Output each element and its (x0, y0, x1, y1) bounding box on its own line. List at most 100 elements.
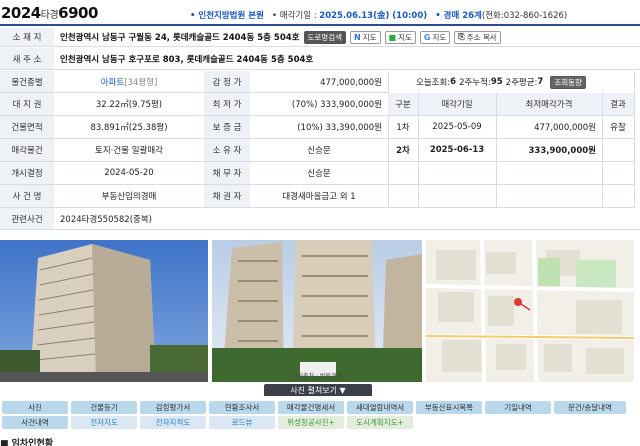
avg-count: 7 (537, 77, 544, 87)
sale-date-label: • 매각기일 : (272, 11, 317, 21)
history-empty-row (388, 162, 634, 185)
address-value: 인천광역시 남동구 구월동 24, 롯데캐슬골드 2404동 5층 504호 (60, 33, 300, 43)
address-row: 소 재 지 인천광역시 남동구 구월동 24, 롯데캐슬골드 2404동 5층 … (0, 28, 640, 47)
case-number: 2024타경6900 (1, 4, 98, 22)
nav-household[interactable]: 세대열람내역서 (347, 401, 413, 414)
history-price: 333,900,000원 (496, 139, 602, 162)
type-value-text: 아파트 (100, 77, 125, 88)
map-button-2[interactable]: ■ 지도 (384, 30, 416, 44)
type-value: 아파트 [34평형] (54, 71, 204, 93)
sale-date: 2025.06.13(金) (10:00) (319, 11, 428, 21)
history-header-date: 매각기일 (418, 93, 496, 116)
location-map[interactable] (426, 240, 634, 382)
nav-appraisal[interactable]: 감정평가서 (140, 401, 206, 414)
dept-link[interactable]: • 경매 26계 (435, 11, 482, 21)
copy-address-button[interactable]: ⎘ 주소 복사 (454, 30, 501, 44)
building-photo-2[interactable]: 사진출처 : 법원경매 (212, 240, 422, 382)
nav-satellite[interactable]: 위성항공사진+ (278, 416, 344, 429)
deposit-value: (10%) 33,390,000원 (250, 116, 388, 139)
case-header: 2024타경6900 • 인천지방법원 본원 • 매각기일 : 2025.06.… (0, 0, 640, 26)
history-round: 2차 (388, 139, 418, 162)
map-label-1: 지도 (362, 32, 377, 42)
nav-sale-spec[interactable]: 매각물건명세서 (278, 401, 344, 414)
open-date-value: 2024-05-20 (54, 162, 204, 185)
deposit-label: 보 증 금 (204, 116, 250, 139)
nav-urban-plan[interactable]: 도시계획지도+ (347, 416, 413, 429)
debtor-label: 채 무 자 (204, 162, 250, 185)
history-col-line (496, 93, 497, 208)
case-type: 타경 (40, 10, 59, 21)
creditor-label: 채 권 자 (204, 185, 250, 208)
nav-schedule[interactable]: 기일내역 (485, 401, 551, 414)
building-label: 건물면적 (0, 116, 54, 139)
history-round: 1차 (388, 116, 418, 139)
min-price-label: 최 저 가 (204, 93, 250, 116)
location-map-image (426, 240, 634, 382)
today-count: 6 (450, 77, 457, 87)
nav-photos[interactable]: 사진 (2, 401, 68, 414)
nav-roadview[interactable]: 로드뷰 (209, 416, 275, 429)
view-trend-button[interactable]: 조회동향 (550, 75, 586, 89)
building-photo-1-image (0, 240, 208, 382)
address-value-wrap: 인천광역시 남동구 구월동 24, 롯데캐슬골드 2404동 5층 504호 도… (54, 28, 501, 46)
history-date: 2025-05-09 (418, 116, 496, 139)
history-col-line (418, 93, 419, 208)
today-label: 오늘조회: (416, 78, 451, 88)
nav-registry[interactable]: 건물등기 (71, 401, 137, 414)
avg-label: 2주평균: (505, 78, 538, 88)
dept-phone: (전화:032-860-1626) (481, 11, 568, 21)
court-link[interactable]: • 인천지방법원 본원 (190, 11, 264, 21)
new-address-row: 새 주 소 인천광역시 남동구 호구포로 803, 롯데캐슬골드 2404동 5… (0, 48, 640, 70)
address-label: 소 재 지 (0, 28, 54, 46)
week2-count: 95 (490, 77, 503, 87)
nav-survey[interactable]: 현황조사서 (209, 401, 275, 414)
history-col-line (602, 93, 603, 208)
land-label: 대 지 권 (0, 93, 54, 116)
sale-item-value: 토지·건물 일괄매각 (54, 139, 204, 162)
owner-label: 소 유 자 (204, 139, 250, 162)
view-stats: 오늘조회: 6 2주누적: 95 2주평균: 7 조회동향 (388, 71, 634, 93)
naver-map-icon: N (354, 32, 361, 42)
road-search-button[interactable]: 도로명검색 (303, 30, 346, 44)
nav-documents[interactable]: 문건/송달내역 (554, 401, 626, 414)
building-photo-1[interactable] (0, 240, 208, 382)
creditor-value: 대경새마을금고 외 1 (250, 185, 388, 208)
nav-e-map[interactable]: 전자지도 (71, 416, 137, 429)
history-header-round: 구분 (388, 93, 418, 116)
google-map-icon: G (423, 32, 431, 42)
related-case-value[interactable]: 2024타경550582(중복) (54, 208, 640, 230)
case-name-label: 사 건 명 (0, 185, 54, 208)
map-button-1[interactable]: N 지도 (350, 30, 381, 44)
history-right-border (634, 71, 635, 208)
type-label: 물건종별 (0, 71, 54, 93)
case-num: 6900 (58, 4, 98, 22)
nav-cadastral-map[interactable]: 전자지적도 (140, 416, 206, 429)
new-address-label: 새 주 소 (0, 48, 54, 69)
tenant-section-title: ■ 임차인현황 (0, 439, 54, 446)
copy-icon: ⎘ (458, 32, 465, 41)
min-price-value: (70%) 333,900,000원 (250, 93, 388, 116)
copy-label: 주소 복사 (466, 32, 497, 42)
map-label-3: 지도 (432, 32, 447, 42)
open-date-label: 개시결정 (0, 162, 54, 185)
debtor-value: 신승문 (250, 162, 388, 185)
history-result: 유찰 (602, 116, 634, 139)
history-header-price: 최저매각가격 (496, 93, 602, 116)
case-summary: • 인천지방법원 본원 • 매각기일 : 2025.06.13(金) (10:0… (190, 9, 567, 21)
nav-case-detail[interactable]: 사건내역 (2, 416, 68, 429)
history-empty-row (388, 185, 634, 208)
history-date: 2025-06-13 (418, 139, 496, 162)
nav-property-list[interactable]: 부동산표시목록 (416, 401, 482, 414)
history-header-result: 결과 (602, 93, 634, 116)
new-address-wrap: 인천광역시 남동구 호구포로 803, 롯데캐슬골드 2404동 5층 504호 (54, 48, 313, 69)
sale-item-label: 매각물건 (0, 139, 54, 162)
appraisal-label: 감 정 가 (204, 71, 250, 93)
building-photo-2-image (212, 240, 422, 382)
related-case-label: 관련사건 (0, 208, 54, 230)
owner-value: 신승문 (250, 139, 388, 162)
history-price: 477,000,000원 (496, 116, 602, 139)
history-result (602, 139, 634, 162)
expand-photos-button[interactable]: 사진 펼쳐보기 ▼ (264, 384, 372, 396)
land-value: 32.22㎡(9.75평) (54, 93, 204, 116)
map-button-3[interactable]: G 지도 (419, 30, 451, 44)
